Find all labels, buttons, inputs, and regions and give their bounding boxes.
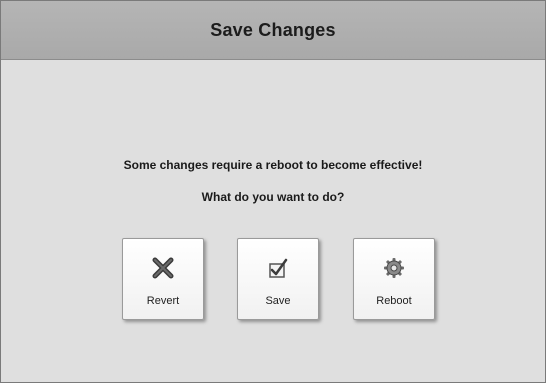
save-button[interactable]: Save <box>237 238 319 320</box>
save-changes-dialog: Save Changes Some changes require a rebo… <box>0 0 546 383</box>
revert-label: Revert <box>146 295 180 307</box>
revert-button[interactable]: Revert <box>122 238 204 320</box>
reboot-label: Reboot <box>376 295 412 307</box>
reboot-warning-message: Some changes require a reboot to become … <box>123 158 423 172</box>
x-icon <box>152 257 174 279</box>
checkbox-icon <box>269 258 288 278</box>
save-label: Save <box>265 295 291 307</box>
title-bar: Save Changes <box>1 1 545 60</box>
question-message: What do you want to do? <box>201 190 345 204</box>
dialog-title: Save Changes <box>210 19 336 40</box>
reboot-button[interactable]: Reboot <box>353 238 435 320</box>
gear-icon <box>384 258 404 278</box>
